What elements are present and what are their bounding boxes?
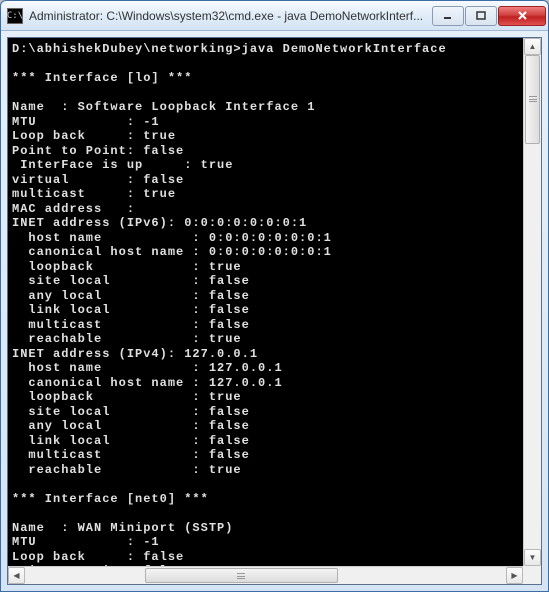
scroll-up-button[interactable]: ▲ <box>524 38 541 55</box>
line: site local : false <box>12 405 250 419</box>
line: InterFace is up : true <box>12 158 233 172</box>
scroll-track-horizontal[interactable] <box>25 567 506 584</box>
minimize-button[interactable] <box>432 6 464 26</box>
maximize-icon <box>476 11 486 21</box>
close-icon <box>517 10 528 21</box>
scroll-left-button[interactable]: ◀ <box>8 567 25 584</box>
line: reachable : true <box>12 332 242 346</box>
line: any local : false <box>12 419 250 433</box>
line: link local : false <box>12 434 250 448</box>
console-area: D:\abhishekDubey\networking>java DemoNet… <box>7 37 542 585</box>
line: Loop back : true <box>12 129 176 143</box>
line: *** Interface [lo] *** <box>12 71 192 85</box>
line: host name : 127.0.0.1 <box>12 361 283 375</box>
line: link local : false <box>12 303 250 317</box>
line: virtual : false <box>12 173 184 187</box>
close-button[interactable] <box>498 6 546 26</box>
line: D:\abhishekDubey\networking>java DemoNet… <box>12 42 447 56</box>
console-output[interactable]: D:\abhishekDubey\networking>java DemoNet… <box>8 38 541 566</box>
scroll-track-vertical[interactable] <box>524 55 541 549</box>
line: loopback : true <box>12 260 242 274</box>
scroll-right-button[interactable]: ▶ <box>506 567 523 584</box>
horizontal-scrollbar[interactable]: ◀ ▶ <box>8 566 523 584</box>
line: multicast : false <box>12 448 250 462</box>
line: reachable : true <box>12 463 242 477</box>
line: multicast : false <box>12 318 250 332</box>
line: MTU : -1 <box>12 535 160 549</box>
line: any local : false <box>12 289 250 303</box>
maximize-button[interactable] <box>465 6 497 26</box>
scroll-down-button[interactable]: ▼ <box>524 549 541 566</box>
scroll-thumb-vertical[interactable] <box>525 55 540 144</box>
line: canonical host name : 0:0:0:0:0:0:0:1 <box>12 245 332 259</box>
window-buttons <box>432 6 546 26</box>
cmd-icon: C:\ <box>7 8 23 24</box>
minimize-icon <box>443 11 453 21</box>
line: canonical host name : 127.0.0.1 <box>12 376 283 390</box>
scroll-thumb-horizontal[interactable] <box>145 568 337 583</box>
line: site local : false <box>12 274 250 288</box>
line: multicast : true <box>12 187 176 201</box>
line: *** Interface [net0] *** <box>12 492 209 506</box>
vertical-scrollbar[interactable]: ▲ ▼ <box>523 38 541 566</box>
line: INET address (IPv4): 127.0.0.1 <box>12 347 258 361</box>
line: Loop back : false <box>12 550 184 564</box>
window-title: Administrator: C:\Windows\system32\cmd.e… <box>29 9 432 23</box>
line: loopback : true <box>12 390 242 404</box>
line: MTU : -1 <box>12 115 160 129</box>
line: Point to Point: false <box>12 144 184 158</box>
line: MAC address : <box>12 202 135 216</box>
scrollbar-corner <box>523 566 541 584</box>
cmd-window: C:\ Administrator: C:\Windows\system32\c… <box>0 0 549 592</box>
line: Name : WAN Miniport (SSTP) <box>12 521 233 535</box>
line: Name : Software Loopback Interface 1 <box>12 100 315 114</box>
titlebar[interactable]: C:\ Administrator: C:\Windows\system32\c… <box>1 1 548 31</box>
line: host name : 0:0:0:0:0:0:0:1 <box>12 231 332 245</box>
line: INET address (IPv6): 0:0:0:0:0:0:0:1 <box>12 216 307 230</box>
